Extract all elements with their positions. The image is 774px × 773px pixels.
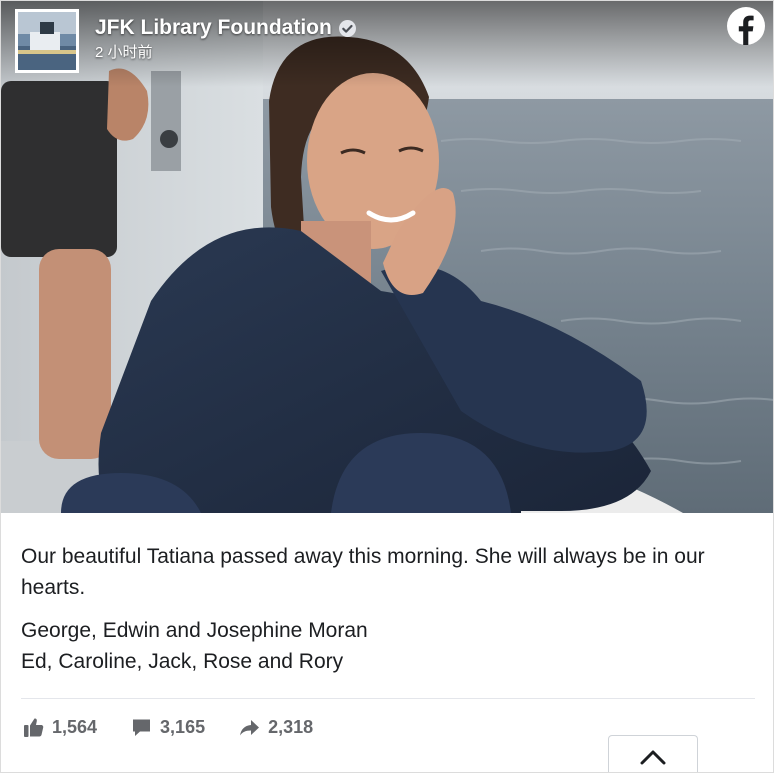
thumbs-up-icon bbox=[23, 717, 44, 738]
header-text: JFK Library Foundation 2 小时前 bbox=[95, 15, 357, 63]
post-card: JFK Library Foundation 2 小时前 Our beautif… bbox=[0, 0, 774, 773]
comments-stat[interactable]: 3,165 bbox=[131, 717, 205, 738]
post-header: JFK Library Foundation 2 小时前 bbox=[15, 9, 357, 75]
post-signature-line-1: George, Edwin and Josephine Moran bbox=[21, 619, 368, 642]
post-photo[interactable] bbox=[1, 1, 773, 513]
page-name-row: JFK Library Foundation bbox=[95, 15, 357, 41]
comment-icon bbox=[131, 717, 152, 738]
post-message: Our beautiful Tatiana passed away this m… bbox=[21, 545, 705, 599]
page-name[interactable]: JFK Library Foundation bbox=[95, 15, 332, 41]
collapse-button[interactable] bbox=[608, 735, 698, 772]
likes-count: 1,564 bbox=[52, 717, 98, 737]
comments-count: 3,165 bbox=[160, 717, 206, 737]
verified-badge-icon bbox=[338, 19, 357, 38]
footer-divider bbox=[21, 698, 755, 699]
avatar-image bbox=[18, 12, 76, 70]
page-avatar[interactable] bbox=[15, 9, 79, 73]
shares-count: 2,318 bbox=[268, 717, 314, 737]
chevron-up-icon bbox=[640, 750, 666, 764]
post-text: Our beautiful Tatiana passed away this m… bbox=[21, 541, 761, 677]
engagement-stats: 1,564 3,165 2,318 bbox=[23, 717, 347, 738]
post-signature-line-2: Ed, Caroline, Jack, Rose and Rory bbox=[21, 650, 344, 673]
likes-stat[interactable]: 1,564 bbox=[23, 717, 97, 738]
facebook-logo-icon[interactable] bbox=[727, 7, 765, 45]
post-timestamp[interactable]: 2 小时前 bbox=[95, 43, 357, 63]
share-arrow-icon bbox=[239, 717, 260, 738]
shares-stat[interactable]: 2,318 bbox=[239, 717, 313, 738]
